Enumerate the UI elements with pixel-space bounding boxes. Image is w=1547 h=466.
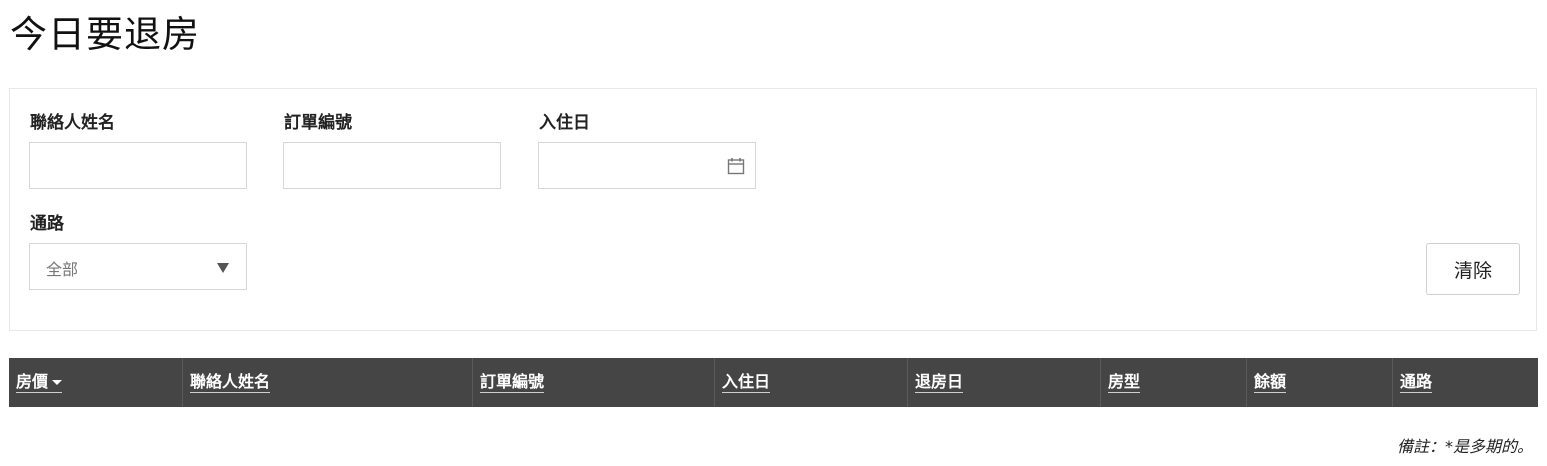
results-table-header: 房價 聯絡人姓名 訂單編號 入住日 退房日 房型 餘額 通路 bbox=[9, 358, 1538, 407]
triangle-down-icon bbox=[217, 263, 229, 273]
sort-desc-icon bbox=[52, 380, 63, 385]
column-header-channel: 通路 bbox=[1393, 358, 1538, 407]
sort-link-checkin-date[interactable]: 入住日 bbox=[722, 373, 771, 393]
order-number-label: 訂單編號 bbox=[284, 113, 352, 133]
clear-button[interactable]: 清除 bbox=[1426, 243, 1520, 295]
page-title: 今日要退房 bbox=[10, 13, 200, 56]
column-header-balance: 餘額 bbox=[1247, 358, 1393, 407]
order-number-input[interactable] bbox=[283, 142, 501, 189]
sort-link-contact-name[interactable]: 聯絡人姓名 bbox=[190, 373, 271, 393]
column-header-room-type: 房型 bbox=[1101, 358, 1247, 407]
contact-name-label: 聯絡人姓名 bbox=[30, 113, 115, 133]
contact-name-input[interactable] bbox=[29, 142, 247, 189]
column-label: 房價 bbox=[16, 372, 49, 391]
channel-selected-value: 全部 bbox=[46, 260, 79, 279]
checkin-date-label: 入住日 bbox=[539, 113, 590, 133]
channel-label: 通路 bbox=[30, 214, 64, 234]
column-header-checkout-date: 退房日 bbox=[908, 358, 1101, 407]
sort-link-room-price[interactable]: 房價 bbox=[16, 372, 63, 393]
sort-link-channel[interactable]: 通路 bbox=[1400, 373, 1433, 393]
column-header-contact-name: 聯絡人姓名 bbox=[183, 358, 473, 407]
channel-select[interactable]: 全部 bbox=[29, 243, 247, 290]
sort-link-checkout-date[interactable]: 退房日 bbox=[915, 373, 964, 393]
filter-panel: 聯絡人姓名 訂單編號 入住日 通路 全部 清除 bbox=[9, 88, 1537, 331]
sort-link-order-number[interactable]: 訂單編號 bbox=[480, 373, 545, 393]
column-header-checkin-date: 入住日 bbox=[715, 358, 908, 407]
column-header-order-number: 訂單編號 bbox=[473, 358, 715, 407]
sort-link-balance[interactable]: 餘額 bbox=[1254, 373, 1287, 393]
calendar-icon[interactable] bbox=[727, 157, 745, 175]
column-header-room-price: 房價 bbox=[9, 358, 183, 407]
sort-link-room-type[interactable]: 房型 bbox=[1108, 373, 1141, 393]
footnote: 備註：*是多期的。 bbox=[1396, 437, 1533, 456]
checkin-date-input[interactable] bbox=[538, 142, 756, 189]
